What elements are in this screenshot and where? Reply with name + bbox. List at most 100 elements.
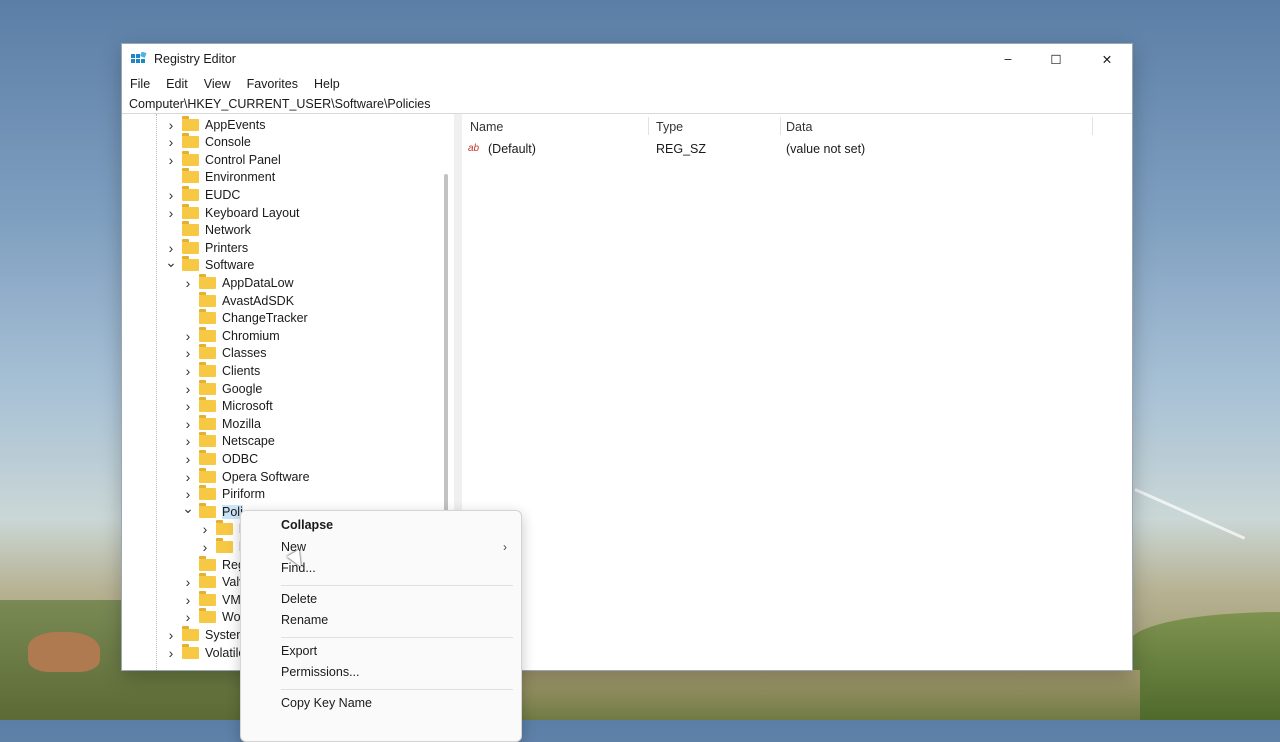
tree-item[interactable]: › Wo (181, 608, 241, 626)
column-header-name[interactable]: Name (470, 120, 503, 134)
tree-item[interactable]: AvastAdSDK (181, 291, 294, 309)
menu-favorites[interactable]: Favorites (239, 74, 306, 94)
folder-icon (199, 379, 216, 395)
background-hill-right (1130, 612, 1280, 720)
folder-icon (182, 185, 199, 201)
menu-separator (281, 584, 513, 586)
tree-scrollbar[interactable] (444, 174, 448, 534)
menu-edit[interactable]: Edit (158, 74, 196, 94)
folder-icon (199, 432, 216, 448)
menu-help[interactable]: Help (306, 74, 348, 94)
context-menu-item[interactable]: Rename (281, 613, 328, 627)
folder-icon (199, 414, 216, 430)
folder-icon (199, 361, 216, 377)
tree-item-label: Mozilla (222, 416, 261, 431)
chevron-right-icon[interactable]: › (181, 416, 195, 432)
tree-item[interactable]: › Netscape (181, 432, 275, 450)
tree-item[interactable]: › Clients (181, 361, 260, 379)
window-title: Registry Editor (154, 52, 236, 66)
tree-item[interactable]: ›l (198, 537, 242, 555)
chevron-right-icon[interactable]: › (181, 433, 195, 449)
tree-item[interactable]: ›l (198, 520, 242, 538)
chevron-right-icon[interactable]: › (198, 521, 212, 537)
column-divider[interactable] (780, 117, 781, 135)
chevron-right-icon[interactable]: › (181, 451, 195, 467)
folder-icon (182, 168, 199, 184)
tree-item[interactable]: ChangeTracker (181, 309, 308, 327)
folder-icon (182, 625, 199, 641)
tree-item-label: VM (222, 592, 241, 607)
values-pane[interactable]: Name Type Data ab (Default) REG_SZ (valu… (462, 114, 1132, 670)
tree-item[interactable]: › AppDataLow (181, 273, 294, 291)
folder-icon (199, 608, 216, 624)
chevron-right-icon[interactable]: › (164, 134, 178, 150)
chevron-right-icon[interactable]: › (198, 539, 212, 555)
tree-item[interactable]: › Classes (181, 344, 266, 362)
tree-item-label: Printers (205, 240, 249, 255)
context-menu-item[interactable]: Collapse (281, 518, 333, 532)
menu-file[interactable]: File (122, 74, 158, 94)
tree-item[interactable]: Environment (164, 168, 275, 186)
tree-item-label: Network (205, 223, 251, 238)
column-divider[interactable] (648, 117, 649, 135)
chevron-right-icon[interactable]: › (164, 240, 178, 256)
chevron-right-icon[interactable]: › (181, 574, 195, 590)
tree-item[interactable]: ⌄ Poli (181, 500, 243, 520)
tree-item[interactable]: › Microsoft (181, 397, 273, 415)
tree-item[interactable]: › Chromium (181, 326, 280, 344)
close-button[interactable]: ✕ (1083, 44, 1131, 74)
title-bar[interactable]: Registry Editor – ☐ ✕ (122, 44, 1132, 74)
tree-item[interactable]: › ODBC (181, 449, 258, 467)
chevron-right-icon[interactable]: › (181, 398, 195, 414)
value-row[interactable]: ab (Default) REG_SZ (value not set) (462, 140, 1132, 158)
tree-item[interactable]: Reg (181, 555, 245, 573)
chevron-right-icon[interactable]: › (164, 152, 178, 168)
tree-item[interactable]: › Console (164, 133, 251, 151)
chevron-right-icon[interactable]: › (164, 205, 178, 221)
context-menu-item[interactable]: Export (281, 644, 317, 658)
chevron-right-icon[interactable]: › (164, 187, 178, 203)
chevron-right-icon[interactable]: › (181, 469, 195, 485)
chevron-right-icon[interactable]: › (181, 381, 195, 397)
column-divider[interactable] (1092, 117, 1093, 135)
close-icon: ✕ (1101, 52, 1113, 67)
context-menu-item[interactable]: Copy Key Name (281, 696, 372, 710)
column-header-type[interactable]: Type (656, 120, 683, 134)
address-bar[interactable]: Computer\HKEY_CURRENT_USER\Software\Poli… (122, 94, 1132, 114)
menu-view[interactable]: View (196, 74, 239, 94)
chevron-right-icon[interactable]: › (181, 592, 195, 608)
maximize-button[interactable]: ☐ (1032, 44, 1080, 74)
tree-item[interactable]: ⌄ Software (164, 254, 254, 274)
chevron-right-icon[interactable]: › (164, 117, 178, 133)
chevron-right-icon[interactable]: › (181, 328, 195, 344)
chevron-right-icon[interactable]: › (181, 609, 195, 625)
chevron-right-icon[interactable]: › (181, 363, 195, 379)
tree-item[interactable]: › Keyboard Layout (164, 203, 300, 221)
tree-item[interactable]: › Control Panel (164, 150, 281, 168)
tree-item[interactable]: › Volatile (164, 643, 245, 661)
chevron-right-icon[interactable]: › (181, 486, 195, 502)
tree-item[interactable]: › Mozilla (181, 414, 261, 432)
chevron-right-icon[interactable]: › (181, 345, 195, 361)
tree-item[interactable]: › Valv (181, 573, 245, 591)
chevron-right-icon[interactable]: › (164, 627, 178, 643)
tree-item[interactable]: › VM (181, 590, 241, 608)
chevron-down-icon[interactable]: ⌄ (164, 254, 178, 270)
chevron-right-icon[interactable]: › (164, 645, 178, 661)
minimize-icon: – (1004, 52, 1012, 66)
context-menu-item[interactable]: Permissions... (281, 665, 360, 679)
tree-item[interactable]: › AppEvents (164, 115, 265, 133)
menu-separator (281, 688, 513, 690)
context-menu-item[interactable]: Delete (281, 592, 317, 606)
tree-item[interactable]: › Opera Software (181, 467, 310, 485)
tree-item[interactable]: Network (164, 221, 251, 239)
chevron-right-icon[interactable]: › (181, 275, 195, 291)
tree-item[interactable]: › Google (181, 379, 262, 397)
tree-item[interactable]: › System (164, 625, 247, 643)
tree-item[interactable]: › EUDC (164, 185, 240, 203)
minimize-button[interactable]: – (984, 44, 1032, 74)
menu-bar: File Edit View Favorites Help (122, 74, 348, 94)
column-header-data[interactable]: Data (786, 120, 812, 134)
chevron-down-icon[interactable]: ⌄ (181, 500, 195, 516)
